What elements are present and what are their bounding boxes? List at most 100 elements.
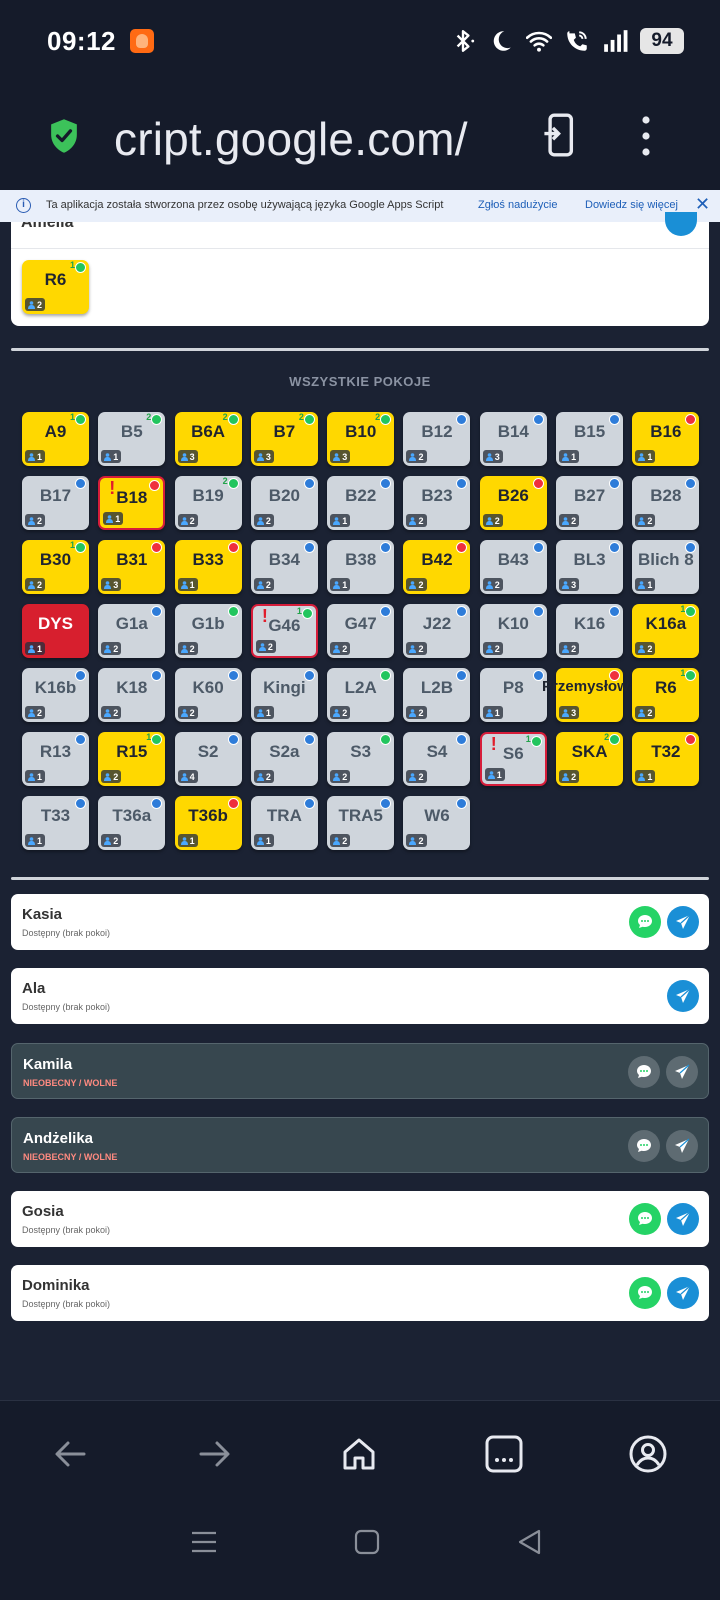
recents-icon[interactable] (190, 1528, 218, 1556)
chat-button[interactable] (628, 1130, 660, 1162)
room-tile[interactable]: B14 3 (479, 412, 547, 466)
learn-more-link[interactable]: Dowiedz się więcej (585, 199, 678, 211)
room-tile[interactable]: R15 1 2 (98, 732, 166, 786)
room-tile[interactable]: G47 2 (327, 604, 395, 658)
room-tile[interactable]: K16a 1 2 (632, 604, 700, 658)
report-abuse-link[interactable]: Zgłoś nadużycie (478, 199, 558, 211)
room-tile[interactable]: B42 2 (403, 540, 471, 594)
more-icon[interactable] (642, 116, 650, 156)
room-tile[interactable]: K18 2 (98, 668, 166, 722)
room-tile[interactable]: K60 2 (174, 668, 242, 722)
room-tile[interactable]: T33 1 (22, 796, 89, 850)
person-card[interactable]: Andżelika NIEOBECNY / WOLNE (11, 1117, 709, 1173)
room-tile[interactable]: B15 1 (556, 412, 624, 466)
room-tile[interactable]: G1a 2 (98, 604, 166, 658)
room-tile[interactable]: B18! 1 (98, 476, 166, 530)
url-text[interactable]: cript.google.com/ (114, 112, 468, 166)
room-tile[interactable]: T36a 2 (98, 796, 166, 850)
person-card[interactable]: Kasia Dostępny (brak pokoi) (11, 894, 709, 950)
room-tile[interactable]: B34 2 (250, 540, 318, 594)
room-tile[interactable]: B26 2 (479, 476, 547, 530)
room-tile[interactable]: B30 1 2 (22, 540, 89, 594)
home-icon[interactable] (339, 1434, 379, 1474)
room-tile[interactable]: B12 2 (403, 412, 471, 466)
person-card[interactable]: Dominika Dostępny (brak pokoi) (11, 1265, 709, 1321)
room-tile[interactable]: G46! 1 2 (250, 604, 318, 658)
room-tile[interactable]: SKA 2 2 (556, 732, 624, 786)
room-tile[interactable]: B31 3 (98, 540, 166, 594)
room-tile[interactable]: B43 2 (479, 540, 547, 594)
occupancy-count: 2 (571, 771, 577, 782)
room-tile[interactable]: B38 1 (327, 540, 395, 594)
send-button[interactable] (667, 1203, 699, 1235)
room-tile[interactable]: W6 2 (403, 796, 471, 850)
profile-icon[interactable] (628, 1434, 668, 1474)
room-tile[interactable]: B33 1 (174, 540, 242, 594)
room-tile[interactable]: B23 2 (403, 476, 471, 530)
person-card[interactable]: Gosia Dostępny (brak pokoi) (11, 1191, 709, 1247)
person-card[interactable]: Ala Dostępny (brak pokoi) (11, 968, 709, 1024)
room-tile[interactable]: B17 2 (22, 476, 89, 530)
room-tile[interactable]: Kingi 1 (250, 668, 318, 722)
room-tile[interactable]: BL3 3 (556, 540, 624, 594)
room-tile[interactable]: B28 2 (632, 476, 700, 530)
send-button[interactable] (667, 1277, 699, 1309)
back-triangle-icon[interactable] (516, 1528, 544, 1556)
send-button[interactable] (665, 212, 697, 236)
room-tile[interactable]: B22 1 (327, 476, 395, 530)
room-tile[interactable]: B16 1 (632, 412, 700, 466)
tabs-icon[interactable] (543, 112, 577, 158)
room-tile[interactable]: B6A 2 3 (174, 412, 242, 466)
occupancy-count: 1 (342, 515, 348, 526)
room-tile[interactable]: L2A 2 (327, 668, 395, 722)
room-tile[interactable]: S2a 2 (250, 732, 318, 786)
room-tile[interactable]: B20 2 (250, 476, 318, 530)
room-tile[interactable]: Przemysłowa 3 (542, 668, 637, 722)
home-square-icon[interactable] (353, 1528, 381, 1556)
chat-button[interactable] (629, 906, 661, 938)
send-button[interactable] (666, 1056, 698, 1088)
send-button[interactable] (667, 906, 699, 938)
room-tile[interactable]: K16b 2 (22, 668, 89, 722)
room-tile[interactable]: G1b 2 (174, 604, 242, 658)
room-tile[interactable]: R6 1 2 (22, 260, 89, 314)
close-icon[interactable]: ✕ (695, 194, 710, 215)
room-tile[interactable]: K16 2 (556, 604, 624, 658)
chat-button[interactable] (629, 1277, 661, 1309)
chat-button[interactable] (629, 1203, 661, 1235)
room-tile[interactable]: B5 2 1 (98, 412, 166, 466)
room-tile[interactable]: TRA 1 (250, 796, 318, 850)
room-tile[interactable]: B27 2 (556, 476, 624, 530)
send-button[interactable] (667, 980, 699, 1012)
room-tile[interactable]: TRA5 2 (327, 796, 395, 850)
room-tile[interactable]: B10 2 3 (327, 412, 395, 466)
room-tile[interactable]: K10 2 (479, 604, 547, 658)
shield-icon[interactable] (48, 118, 80, 154)
person-card[interactable]: Kamila NIEOBECNY / WOLNE (11, 1043, 709, 1099)
room-tile[interactable]: J22 2 (403, 604, 471, 658)
room-tile[interactable]: T32 1 (632, 732, 700, 786)
room-tile[interactable]: Blich 8 1 (632, 540, 700, 594)
room-tile[interactable]: B19 2 2 (174, 476, 242, 530)
room-tile[interactable]: A9 1 1 (22, 412, 89, 466)
room-tile[interactable]: L2B 2 (403, 668, 471, 722)
occupancy-count: 2 (647, 707, 653, 718)
person-icon (333, 772, 341, 781)
chat-button[interactable] (628, 1056, 660, 1088)
send-button[interactable] (666, 1130, 698, 1162)
room-tile[interactable]: S6! 1 1 (479, 732, 547, 786)
room-tile[interactable]: T36b 1 (174, 796, 242, 850)
room-tile[interactable]: S3 2 (327, 732, 395, 786)
room-tile[interactable]: R6 1 2 (632, 668, 700, 722)
room-tile[interactable]: DYS 1 (22, 604, 89, 658)
back-arrow-icon[interactable] (50, 1434, 90, 1474)
person-name: Kasia (22, 906, 63, 923)
status-dot (75, 798, 86, 809)
room-tile[interactable]: S2 4 (174, 732, 242, 786)
room-tile[interactable]: P8 1 (479, 668, 547, 722)
room-tile[interactable]: B7 2 3 (250, 412, 318, 466)
tabs-overview-icon[interactable] (484, 1434, 524, 1474)
room-tile[interactable]: S4 2 (403, 732, 471, 786)
forward-arrow-icon[interactable] (195, 1434, 235, 1474)
room-tile[interactable]: R13 1 (22, 732, 89, 786)
